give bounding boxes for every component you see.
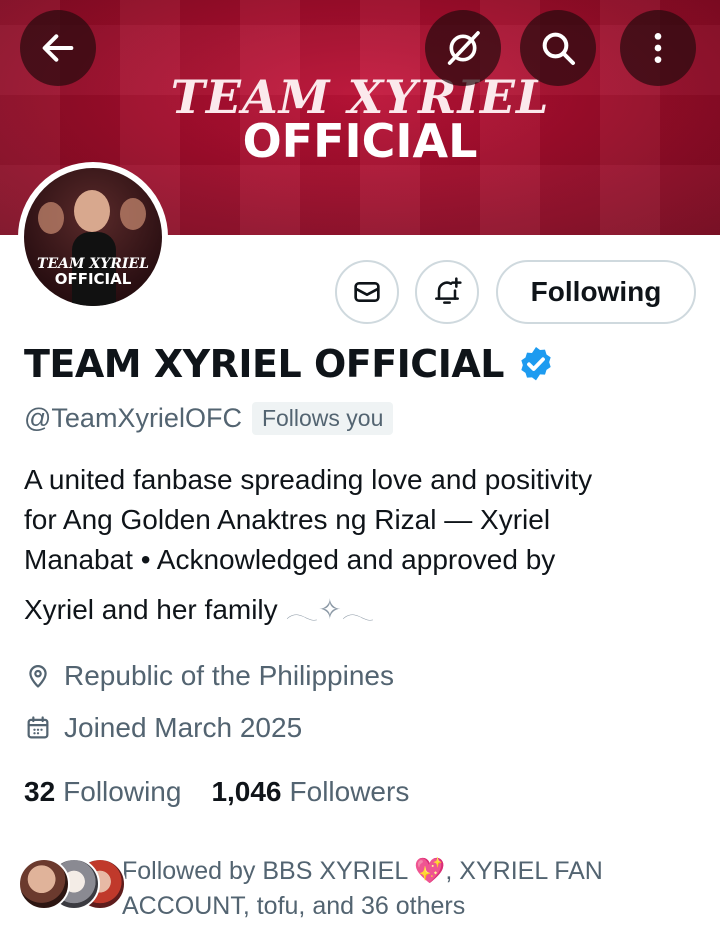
followed-by-text: Followed by BBS XYRIEL 💖, XYRIEL FAN ACC… (122, 854, 612, 924)
bio-line-last: Xyriel and her family 𓂃✧𓂃 (24, 590, 694, 630)
more-vertical-icon (654, 33, 662, 63)
avatar-figure-left (38, 202, 64, 234)
avatar (18, 858, 70, 910)
joined-row: Joined March 2025 (24, 712, 302, 744)
arrow-left-icon (42, 34, 74, 62)
avatar-figure-center (74, 190, 110, 232)
followed-by-avatars (18, 858, 126, 918)
handle-row: @TeamXyrielOFC Follows you (24, 402, 394, 435)
following-count-link[interactable]: 32 Following (24, 776, 181, 808)
location-row: Republic of the Philippines (24, 660, 394, 692)
display-name: TEAM XYRIEL OFFICIAL (24, 342, 504, 386)
location-text: Republic of the Philippines (64, 660, 394, 691)
profile-name-row: TEAM XYRIEL OFFICIAL (24, 342, 556, 386)
more-button[interactable] (620, 10, 696, 86)
followed-by-prefix: Followed by BBS XYRIEL (122, 857, 415, 885)
bio-decoration: 𓂃✧𓂃 (285, 594, 375, 625)
joined-text: Joined March 2025 (64, 712, 303, 743)
profile-handle: @TeamXyrielOFC (24, 403, 242, 433)
avatar-figure-right (120, 198, 146, 230)
following-count: 32 (24, 776, 56, 807)
following-button[interactable]: Following (496, 260, 696, 324)
followers-count: 1,046 (211, 776, 282, 807)
follow-counts: 32 Following 1,046 Followers (24, 776, 409, 808)
grok-icon (447, 31, 480, 65)
followed-by-row[interactable]: Followed by BBS XYRIEL 💖, XYRIEL FAN ACC… (18, 854, 612, 924)
bio-line: A united fanbase spreading love and posi… (24, 464, 593, 495)
search-button[interactable] (520, 10, 596, 86)
back-button[interactable] (20, 10, 96, 86)
location-pin-icon (29, 665, 47, 688)
bell-plus-icon (435, 277, 462, 304)
sparkling-heart-emoji: 💖 (414, 857, 446, 885)
notifications-button[interactable] (415, 260, 479, 324)
following-label: Following (63, 776, 182, 807)
calendar-icon (27, 716, 49, 739)
search-icon (542, 32, 575, 65)
follows-you-badge: Follows you (251, 402, 394, 435)
message-button[interactable] (335, 260, 399, 324)
mail-icon (354, 282, 380, 302)
verified-badge-icon[interactable] (516, 344, 556, 384)
bio-line: Xyriel and her family (24, 594, 278, 625)
followers-count-link[interactable]: 1,046 Followers (211, 776, 409, 808)
followers-label: Followers (289, 776, 410, 807)
profile-avatar[interactable]: TEAM XYRIEL OFFICIAL (18, 162, 168, 312)
avatar-text-line2: OFFICIAL (54, 270, 132, 288)
banner-subtitle: OFFICIAL (242, 114, 478, 168)
grok-button[interactable] (425, 10, 501, 86)
bio-line: for Ang Golden Anaktres ng Rizal — Xyrie… (24, 504, 551, 535)
profile-bio: A united fanbase spreading love and posi… (24, 460, 694, 630)
bio-line: Manabat • Acknowledged and approved by (24, 544, 556, 575)
